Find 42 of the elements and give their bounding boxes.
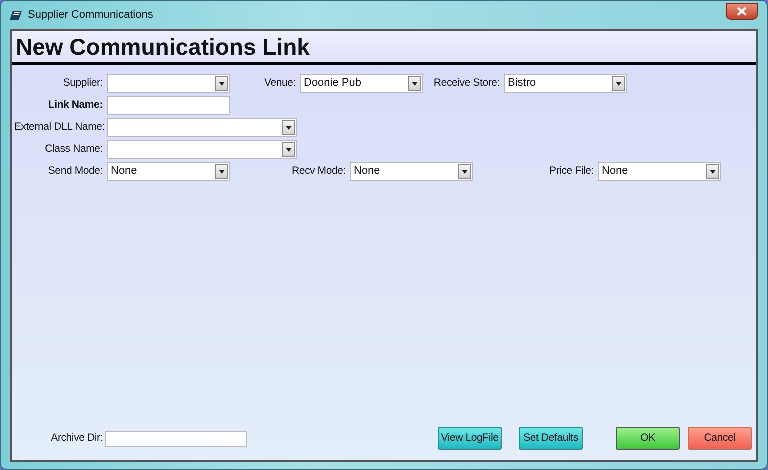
combo-box[interactable]: Doonie Pub [300,74,423,93]
window-icon [10,10,23,20]
field-label: Send Mode: [47,164,103,179]
caret-icon [218,82,224,86]
field-label: Price File: [548,164,594,179]
dropdown-button[interactable] [282,142,295,157]
caret-icon [710,170,716,174]
caret-icon [218,170,224,174]
input-field[interactable] [107,96,230,115]
combo-box[interactable]: None [350,162,473,181]
caret-icon [412,82,418,86]
dropdown-button[interactable] [706,164,719,179]
field-label: Receive Store: [432,76,500,91]
dropdown-button[interactable] [215,164,228,179]
ok-button[interactable]: OK [616,427,680,450]
dropdown-button[interactable] [612,76,625,91]
field-label: Archive Dir: [50,430,103,446]
combo-box[interactable]: None [107,162,230,181]
close-button[interactable] [726,2,758,20]
field-label: Venue: [264,76,296,91]
caret-icon [286,126,292,130]
input-field[interactable] [105,430,247,446]
cancel-button[interactable]: Cancel [688,427,752,450]
field-label: Recv Mode: [290,164,346,179]
combo-box[interactable]: None [598,162,721,181]
field-label: Supplier: [62,76,103,91]
caret-icon [616,82,622,86]
dropdown-button[interactable] [282,120,295,135]
field-label: Link Name: [47,98,103,113]
field-label: External DLL Name: [13,120,105,135]
dropdown-button[interactable] [408,76,421,91]
dialog-heading: New Communications Link [16,34,310,60]
action-button[interactable]: View LogFile [438,427,502,450]
action-button[interactable]: Set Defaults [519,427,583,450]
caret-icon [286,148,292,152]
combo-box[interactable]: Bistro [504,74,627,93]
close-icon [737,6,747,16]
caret-icon [462,170,468,174]
window-title: Supplier Communications [28,8,154,23]
dropdown-button[interactable] [458,164,471,179]
field-label: Class Name: [44,142,103,157]
dropdown-button[interactable] [215,76,228,91]
